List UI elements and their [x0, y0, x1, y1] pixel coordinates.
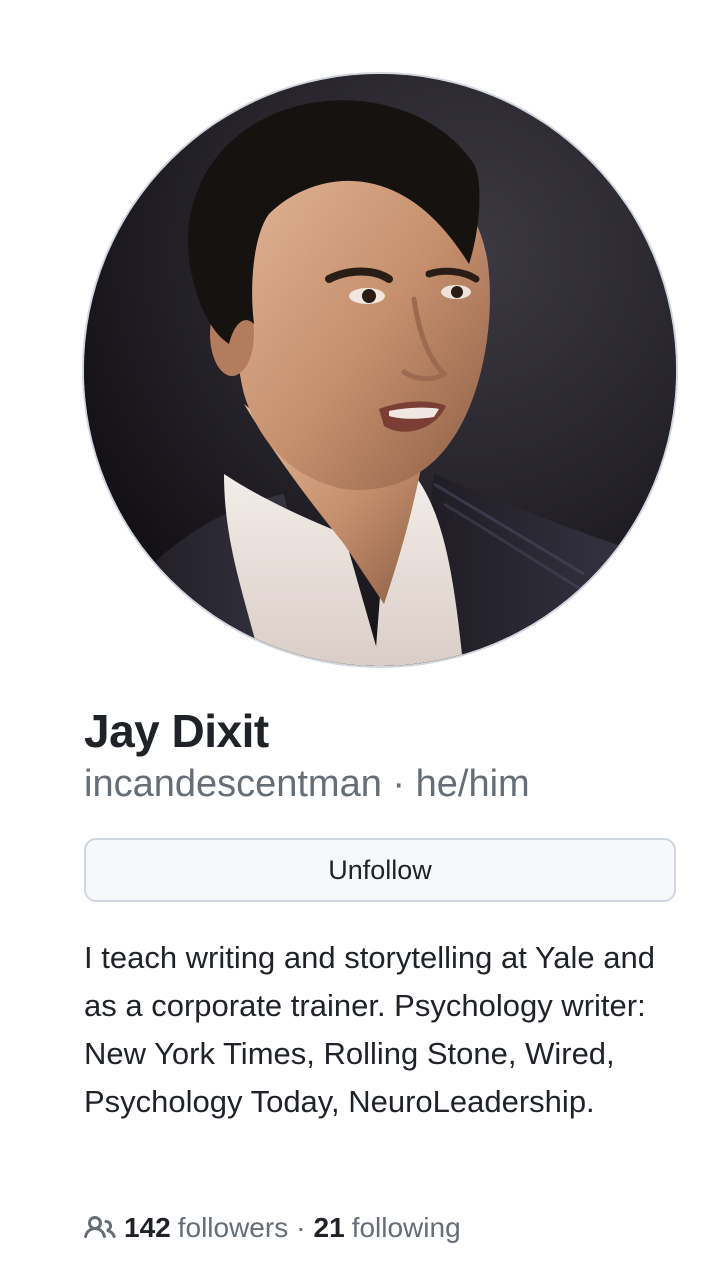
- followers-label: followers: [177, 1212, 289, 1243]
- username-line: incandescentman · he/him: [84, 760, 530, 808]
- people-icon: [84, 1215, 116, 1239]
- followers-link[interactable]: 142 followers: [124, 1212, 288, 1244]
- following-link[interactable]: 21 following: [314, 1212, 461, 1244]
- username: incandescentman: [84, 763, 382, 805]
- pronouns: he/him: [415, 763, 530, 805]
- following-label: following: [351, 1212, 461, 1243]
- username-separator: ·: [392, 763, 406, 805]
- profile-bio: I teach writing and storytelling at Yale…: [84, 940, 655, 1119]
- follow-stats: 142 followers · 21 following: [84, 1206, 461, 1250]
- avatar-photo: [84, 74, 676, 666]
- profile-page: Jay Dixit incandescentman · he/him Unfol…: [0, 0, 718, 1280]
- profile-name: Jay Dixit: [84, 705, 269, 757]
- avatar[interactable]: [84, 74, 676, 666]
- followers-count: 142: [124, 1212, 171, 1243]
- following-count: 21: [313, 1212, 345, 1243]
- stats-separator: ·: [296, 1212, 306, 1243]
- unfollow-button[interactable]: Unfollow: [84, 838, 676, 902]
